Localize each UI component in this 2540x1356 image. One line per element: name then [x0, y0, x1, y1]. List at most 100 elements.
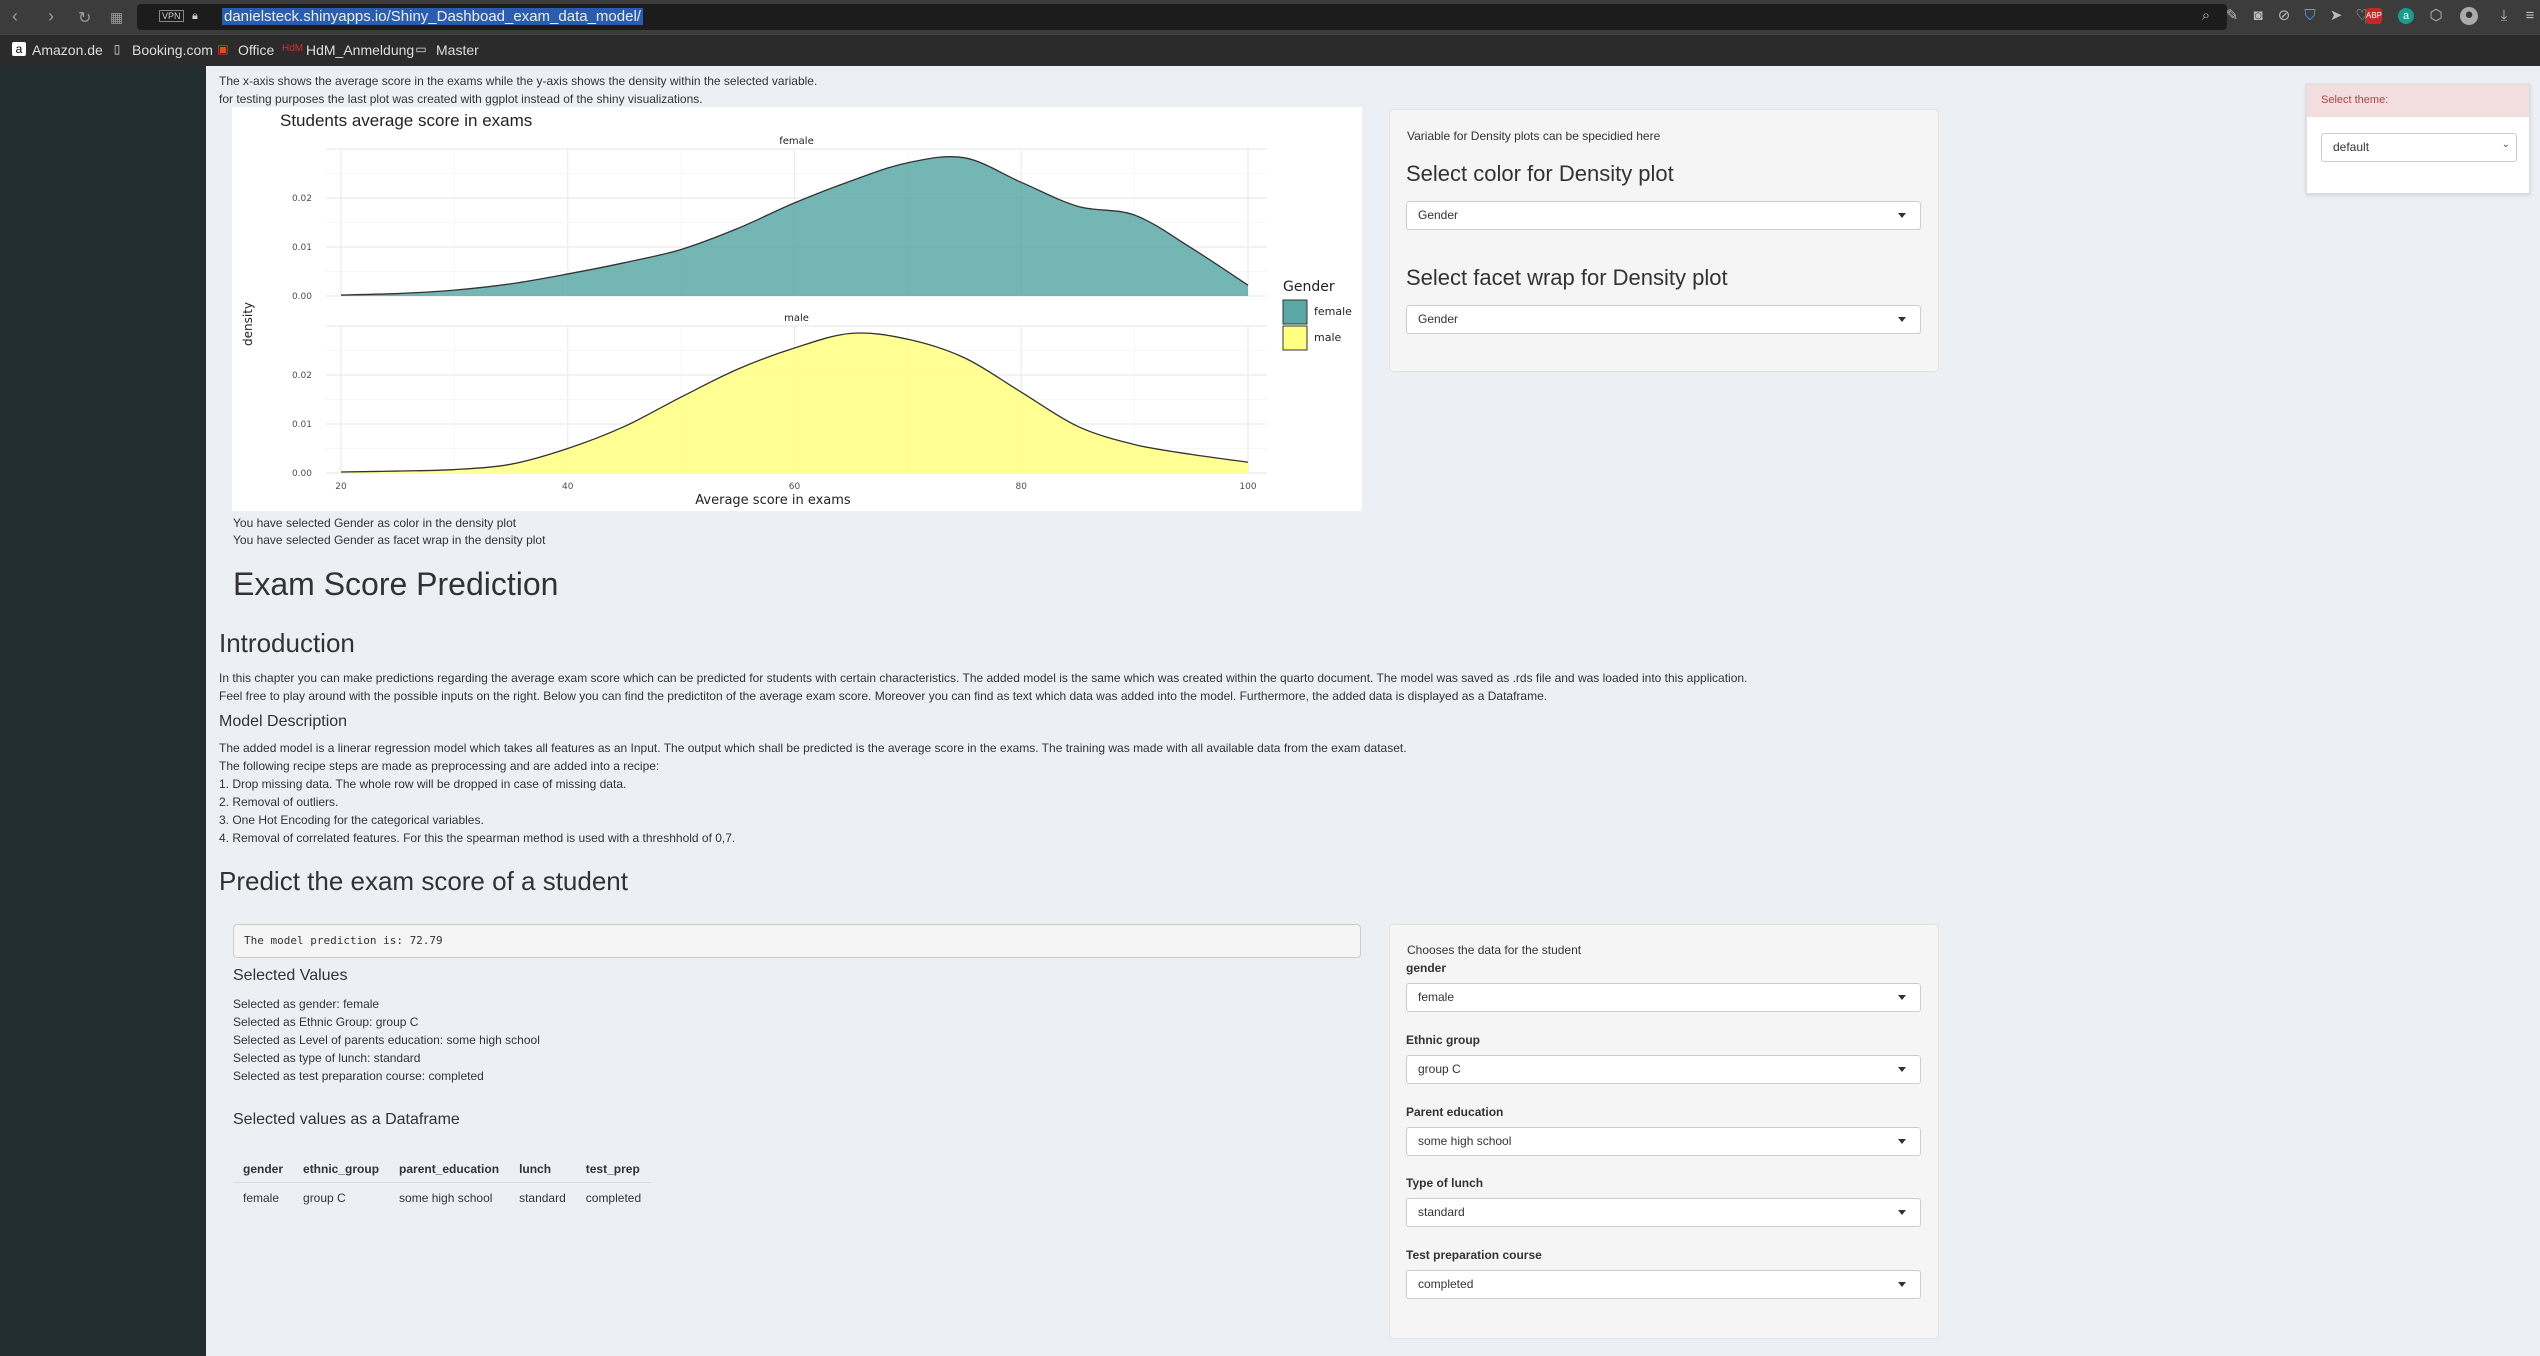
- test-prep-label: Test preparation course: [1406, 1248, 1542, 1262]
- scrolled-text-fragment: [206, 66, 1706, 72]
- selected-value-line: Selected as gender: female: [233, 997, 380, 1011]
- shield-icon[interactable]: ⛉: [2302, 8, 2318, 24]
- model-line: 1. Drop missing data. The whole row will…: [219, 777, 627, 791]
- parent-education-select-value: some high school: [1418, 1134, 1512, 1148]
- url-text[interactable]: danielsteck.shinyapps.io/Shiny_Dashboad_…: [222, 8, 643, 25]
- y-tick-label: 0.01: [292, 243, 312, 253]
- density-intro-line2: for testing purposes the last plot was c…: [219, 92, 703, 106]
- prediction-output: The model prediction is: 72.79: [233, 924, 1361, 958]
- x-tick-label: 60: [789, 482, 801, 492]
- selected-values-table: gender ethnic_group parent_education lun…: [233, 1156, 652, 1214]
- y-tick-label: 0.02: [292, 194, 312, 204]
- table-cell: female: [243, 1191, 280, 1205]
- y-tick-label: 0.00: [292, 469, 312, 479]
- edit-icon[interactable]: ✎: [2224, 8, 2240, 24]
- bookmark-office[interactable]: Office: [238, 42, 274, 58]
- chevron-down-icon: [1898, 995, 1906, 1000]
- download-icon[interactable]: ⤓: [2496, 8, 2512, 24]
- cube-icon[interactable]: ⬡: [2428, 8, 2444, 24]
- color-select[interactable]: Gender: [1406, 201, 1921, 230]
- chevron-down-icon: [1898, 317, 1906, 322]
- browser-toolbar: ‹ › ↻ ▦ VPN 🔒︎ danielsteck.shinyapps.io/…: [0, 0, 2540, 34]
- amazon-icon: a: [12, 42, 26, 56]
- abp-icon[interactable]: ABP: [2366, 8, 2382, 24]
- ethnic-group-label: Ethnic group: [1406, 1033, 1480, 1047]
- camera-icon[interactable]: ◙: [2250, 8, 2266, 24]
- dataframe-heading: Selected values as a Dataframe: [233, 1111, 460, 1128]
- search-icon[interactable]: ⌕: [2198, 8, 2214, 24]
- menu-icon[interactable]: ≡: [2522, 8, 2538, 24]
- chevron-down-icon: [1898, 1067, 1906, 1072]
- gender-select-value: female: [1418, 990, 1455, 1004]
- selected-value-line: Selected as type of lunch: standard: [233, 1051, 421, 1065]
- bookmark-amazon[interactable]: Amazon.de: [32, 42, 103, 58]
- selected-facet-text: You have selected Gender as facet wrap i…: [233, 533, 546, 547]
- model-line: 2. Removal of outliers.: [219, 795, 339, 809]
- test-prep-select[interactable]: completed: [1406, 1270, 1921, 1299]
- density-area-male: [341, 332, 1248, 473]
- lunch-label: Type of lunch: [1406, 1176, 1484, 1190]
- y-axis-label: density: [241, 302, 255, 346]
- y-tick-label: 0.02: [292, 371, 312, 381]
- legend-title: Gender: [1283, 279, 1335, 295]
- ethnic-group-select[interactable]: group C: [1406, 1055, 1921, 1084]
- model-line: The added model is a linerar regression …: [219, 741, 1407, 755]
- table-cell: group C: [303, 1191, 346, 1205]
- extension-a-icon[interactable]: a: [2398, 8, 2414, 24]
- dashboard-sidebar: [0, 66, 206, 1356]
- selected-color-text: You have selected Gender as color in the…: [233, 516, 517, 530]
- table-header-row: gender ethnic_group parent_education lun…: [233, 1156, 652, 1183]
- selected-value-line: Selected as Level of parents education: …: [233, 1033, 540, 1047]
- x-tick-label: 80: [1016, 482, 1028, 492]
- theme-selector-label: Select theme:: [2321, 94, 2389, 106]
- vpn-badge[interactable]: VPN: [159, 10, 184, 22]
- introduction-line1: In this chapter you can make predictions…: [219, 671, 1748, 685]
- model-line: 4. Removal of correlated features. For t…: [219, 831, 736, 845]
- gender-select[interactable]: female: [1406, 983, 1921, 1012]
- adblock-icon[interactable]: ⊘: [2276, 8, 2292, 24]
- bookmark-booking[interactable]: Booking.com: [132, 42, 213, 58]
- model-description-heading: Model Description: [219, 713, 348, 730]
- parent-education-label: Parent education: [1406, 1105, 1504, 1119]
- lunch-select[interactable]: standard: [1406, 1198, 1921, 1227]
- forward-icon[interactable]: ›: [48, 6, 54, 27]
- table-header: gender: [233, 1156, 294, 1183]
- reload-icon[interactable]: ↻: [78, 8, 91, 28]
- hdm-icon: HdM: [282, 43, 304, 54]
- table-header: parent_education: [389, 1156, 510, 1183]
- table-row: female group C some high school standard…: [233, 1183, 651, 1214]
- student-inputs-note: Chooses the data for the student: [1407, 943, 1582, 957]
- color-select-value: Gender: [1418, 208, 1459, 222]
- chevron-down-icon: [1898, 213, 1906, 218]
- tabs-grid-icon[interactable]: ▦: [110, 9, 123, 26]
- parent-education-select[interactable]: some high school: [1406, 1127, 1921, 1156]
- table-cell: some high school: [399, 1191, 493, 1205]
- facet-select-heading: Select facet wrap for Density plot: [1406, 265, 1728, 290]
- back-icon[interactable]: ‹: [12, 6, 18, 27]
- chevron-down-icon: [1898, 1282, 1906, 1287]
- facet-select-value: Gender: [1418, 312, 1459, 326]
- x-tick-label: 40: [562, 482, 574, 492]
- send-icon[interactable]: ➤: [2328, 8, 2344, 24]
- model-line: The following recipe steps are made as p…: [219, 759, 660, 773]
- legend-label: male: [1314, 331, 1342, 344]
- density-intro-line1: The x-axis shows the average score in th…: [219, 74, 818, 88]
- theme-select[interactable]: default ⌄: [2321, 133, 2517, 162]
- theme-selector-card: Select theme: default ⌄: [2306, 84, 2530, 194]
- page-title: Exam Score Prediction: [233, 566, 559, 602]
- bookmark-master[interactable]: Master: [436, 42, 479, 58]
- facet-panel-male: male 0.00 0.01 0.02: [292, 313, 1267, 479]
- test-prep-select-value: completed: [1418, 1277, 1474, 1291]
- facet-select[interactable]: Gender: [1406, 305, 1921, 334]
- legend-swatch-male: [1282, 325, 1308, 351]
- selected-value-line: Selected as Ethnic Group: group C: [233, 1015, 419, 1029]
- introduction-line2: Feel free to play around with the possib…: [219, 689, 1548, 703]
- y-tick-label: 0.00: [292, 292, 312, 302]
- introduction-heading: Introduction: [219, 628, 355, 658]
- x-tick-label: 20: [335, 482, 347, 492]
- profile-avatar-icon[interactable]: ●: [2460, 7, 2478, 25]
- table-header: test_prep: [575, 1156, 652, 1183]
- density-chart: Students average score in exams density …: [241, 111, 1352, 508]
- bookmark-hdm[interactable]: HdM_Anmeldung: [306, 42, 414, 58]
- lock-icon: 🔒︎: [192, 10, 198, 22]
